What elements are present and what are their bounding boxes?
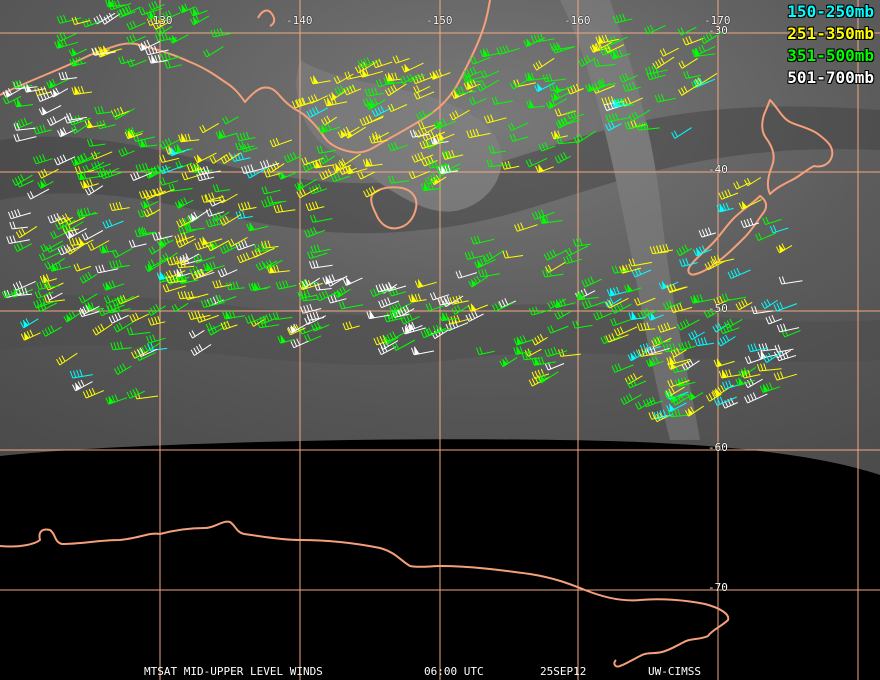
legend-351-500mb: 351-500mb — [787, 46, 874, 65]
antarctica-coastline — [0, 520, 730, 668]
lat-label-60: -60 — [708, 441, 728, 454]
lat-label-70: -70 — [708, 581, 728, 594]
lat-label-30: -30 — [708, 24, 728, 37]
legend-150-250mb: 150-250mb — [787, 2, 874, 21]
lon-label-150: -150 — [426, 14, 453, 27]
lat-label-40: -40 — [708, 163, 728, 176]
satellite-wind-map: -130 -140 -150 -160 -170 -30 -40 -50 -60… — [0, 0, 880, 680]
caption-product: MTSAT MID-UPPER LEVEL WINDS — [144, 665, 323, 678]
lat-label-50: -50 — [708, 302, 728, 315]
caption-source: UW-CIMSS — [648, 665, 701, 678]
image-caption: MTSAT MID-UPPER LEVEL WINDS 06:00 UTC 25… — [0, 664, 880, 680]
lon-label-130: -130 — [146, 14, 173, 27]
map-canvas — [0, 0, 880, 680]
caption-time: 06:00 UTC — [424, 665, 484, 678]
lon-label-160: -160 — [564, 14, 591, 27]
legend-251-350mb: 251-350mb — [787, 24, 874, 43]
legend-501-700mb: 501-700mb — [787, 68, 874, 87]
lon-label-140: -140 — [286, 14, 313, 27]
caption-date: 25SEP12 — [540, 665, 587, 678]
